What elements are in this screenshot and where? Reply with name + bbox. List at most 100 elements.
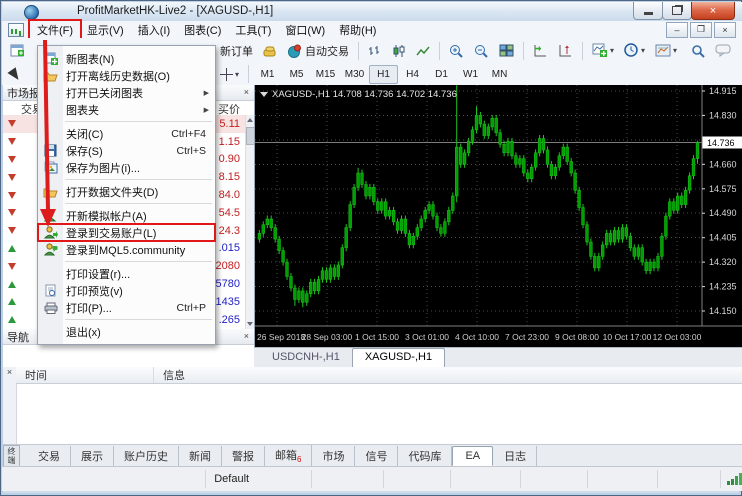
new-chart-toolbar-button[interactable] bbox=[5, 40, 30, 62]
menu-item[interactable]: 打印设置(r)... bbox=[38, 265, 215, 282]
ask-price: 2080 bbox=[216, 260, 246, 272]
terminal-tab-警报[interactable]: 警报 bbox=[222, 446, 265, 466]
terminal-tab-代码库[interactable]: 代码库 bbox=[398, 446, 452, 466]
indicators-button[interactable]: ▾ bbox=[587, 40, 619, 62]
tick-down-arrow-icon bbox=[8, 192, 16, 199]
menu-item[interactable]: 打开数据文件夹(D) bbox=[38, 183, 215, 200]
terminal-tab-ea[interactable]: EA bbox=[452, 446, 493, 466]
menu-item[interactable]: 打印预览(v) bbox=[38, 282, 215, 299]
timeframe-w1[interactable]: W1 bbox=[456, 65, 485, 84]
menu-item[interactable]: 保存(S)Ctrl+S bbox=[38, 142, 215, 159]
menu-item[interactable]: 图表夹▶ bbox=[38, 101, 215, 118]
menu-shortcut: Ctrl+P bbox=[177, 302, 215, 314]
scroll-down-icon[interactable] bbox=[247, 322, 253, 326]
terminal-gutter: × bbox=[3, 367, 17, 444]
templates-button[interactable]: ▾ bbox=[650, 40, 682, 62]
menu-item-login-annotated[interactable]: 登录到交易账户(L) bbox=[38, 224, 215, 241]
ask-price: 84.0 bbox=[219, 189, 246, 201]
child-close-button[interactable]: × bbox=[714, 22, 736, 38]
child-restore-button[interactable]: ❐ bbox=[690, 22, 712, 38]
chart-tab-usdcnh[interactable]: USDCNH-,H1 bbox=[260, 349, 352, 368]
menu-item[interactable]: 保存为图片(i)... bbox=[38, 159, 215, 176]
terminal-tab-展示[interactable]: 展示 bbox=[71, 446, 114, 466]
menu-item[interactable]: 关闭(C)Ctrl+F4 bbox=[38, 125, 215, 142]
terminal-tab-日志[interactable]: 日志 bbox=[494, 446, 537, 466]
terminal-side-tab[interactable]: 终端 bbox=[3, 445, 20, 467]
timeframe-h1[interactable]: H1 bbox=[369, 65, 398, 84]
terminal-tab-交易[interactable]: 交易 bbox=[28, 446, 71, 466]
terminal-tab-账户历史[interactable]: 账户历史 bbox=[114, 446, 179, 466]
tile-windows-button[interactable] bbox=[494, 40, 519, 62]
scroll-up-icon[interactable] bbox=[247, 118, 253, 122]
menu-item-label: 登录到交易账户(L) bbox=[63, 225, 156, 241]
periods-dropdown-caret[interactable]: ▾ bbox=[641, 46, 645, 55]
menu-item[interactable]: 退出(x) bbox=[38, 323, 215, 340]
crosshair-tool-button[interactable]: ▾ bbox=[215, 63, 244, 85]
templates-dropdown-caret[interactable]: ▾ bbox=[673, 46, 677, 55]
menu-item[interactable]: 插入(I) bbox=[131, 21, 177, 39]
menu-item[interactable]: 显示(V) bbox=[80, 21, 131, 39]
timeframe-m1[interactable]: M1 bbox=[253, 65, 282, 84]
chart-window[interactable]: 26 Sep 201828 Sep 03:001 Oct 15:003 Oct … bbox=[254, 85, 742, 347]
market-watch-scrollbar[interactable] bbox=[245, 115, 254, 329]
terminal-close-icon[interactable]: × bbox=[7, 367, 12, 377]
time-column-header[interactable]: 时间 bbox=[16, 367, 154, 383]
menu-item[interactable]: 打开离线历史数据(O) bbox=[38, 67, 215, 84]
periods-button[interactable]: ▾ bbox=[619, 40, 650, 62]
menu-item[interactable]: 开新模拟帐户(A) bbox=[38, 207, 215, 224]
bar-chart-icon bbox=[368, 44, 382, 58]
candlestick-mode-button[interactable] bbox=[387, 40, 411, 62]
market-watch-close-icon[interactable]: × bbox=[244, 88, 249, 97]
timeframe-h4[interactable]: H4 bbox=[398, 65, 427, 84]
message-column-header[interactable]: 信息 bbox=[154, 367, 185, 383]
new-order-label: 新订单 bbox=[220, 43, 253, 59]
minimize-button[interactable] bbox=[633, 2, 663, 20]
menu-file-annotated[interactable]: 文件(F) bbox=[30, 21, 80, 39]
deposit-button[interactable] bbox=[258, 40, 282, 62]
terminal-tab-新闻[interactable]: 新闻 bbox=[179, 446, 222, 466]
status-profile[interactable]: Default bbox=[206, 470, 312, 488]
chat-icon[interactable] bbox=[715, 44, 732, 57]
terminal-tab-市场[interactable]: 市场 bbox=[312, 446, 355, 466]
navigator-close-icon[interactable]: × bbox=[244, 332, 249, 341]
bar-chart-mode-button[interactable] bbox=[363, 40, 387, 62]
auto-scroll-button[interactable] bbox=[553, 40, 578, 62]
timeframe-m15[interactable]: M15 bbox=[311, 65, 340, 84]
menu-item[interactable]: 窗口(W) bbox=[278, 21, 332, 39]
title-bar[interactable]: ProfitMarketHK-Live2 - [XAGUSD-,H1] × bbox=[2, 2, 742, 21]
chart-tab-xagusd[interactable]: XAGUSD-,H1 bbox=[352, 348, 445, 368]
timeframe-m5[interactable]: M5 bbox=[282, 65, 311, 84]
terminal-tab-信号[interactable]: 信号 bbox=[355, 446, 398, 466]
cursor-tool-button[interactable] bbox=[5, 64, 25, 86]
zoom-out-button[interactable] bbox=[469, 40, 494, 62]
menu-item[interactable]: 打印(P)...Ctrl+P bbox=[38, 299, 215, 316]
menu-item-label: 打印预览(v) bbox=[63, 283, 123, 299]
timeframe-mn[interactable]: MN bbox=[485, 65, 514, 84]
auto-trading-button[interactable]: 自动交易 bbox=[282, 40, 354, 62]
tick-down-arrow-icon bbox=[8, 156, 16, 163]
indicators-icon bbox=[592, 43, 608, 58]
menu-item[interactable]: 工具(T) bbox=[228, 21, 278, 39]
chart-shift-button[interactable] bbox=[528, 40, 553, 62]
line-chart-mode-button[interactable] bbox=[411, 40, 435, 62]
chart-window-icon[interactable] bbox=[8, 23, 24, 37]
terminal-tab-邮箱[interactable]: 邮箱6 bbox=[265, 445, 312, 466]
clock-icon bbox=[624, 43, 639, 58]
child-minimize-button[interactable]: – bbox=[666, 22, 688, 38]
zoom-in-button[interactable] bbox=[444, 40, 469, 62]
menu-item[interactable]: 图表(C) bbox=[177, 21, 228, 39]
crosshair-dropdown-caret[interactable]: ▾ bbox=[235, 70, 239, 79]
close-button[interactable]: × bbox=[691, 2, 735, 20]
timeframe-d1[interactable]: D1 bbox=[427, 65, 456, 84]
menu-item[interactable]: 登录到MQL5.community bbox=[38, 241, 215, 258]
timeframe-m30[interactable]: M30 bbox=[340, 65, 369, 84]
menu-item[interactable]: 新图表(N) bbox=[38, 50, 215, 67]
menu-item[interactable]: 打开已关闭图表▶ bbox=[38, 84, 215, 101]
navigator-title: 导航 bbox=[7, 329, 29, 345]
search-icon[interactable] bbox=[691, 44, 705, 58]
menu-item[interactable]: 帮助(H) bbox=[332, 21, 383, 39]
indicators-dropdown-caret[interactable]: ▾ bbox=[610, 46, 614, 55]
restore-button[interactable] bbox=[662, 2, 692, 20]
new-order-button[interactable]: 新订单 bbox=[215, 40, 258, 62]
candlestick-chart: 26 Sep 201828 Sep 03:001 Oct 15:003 Oct … bbox=[255, 85, 742, 347]
